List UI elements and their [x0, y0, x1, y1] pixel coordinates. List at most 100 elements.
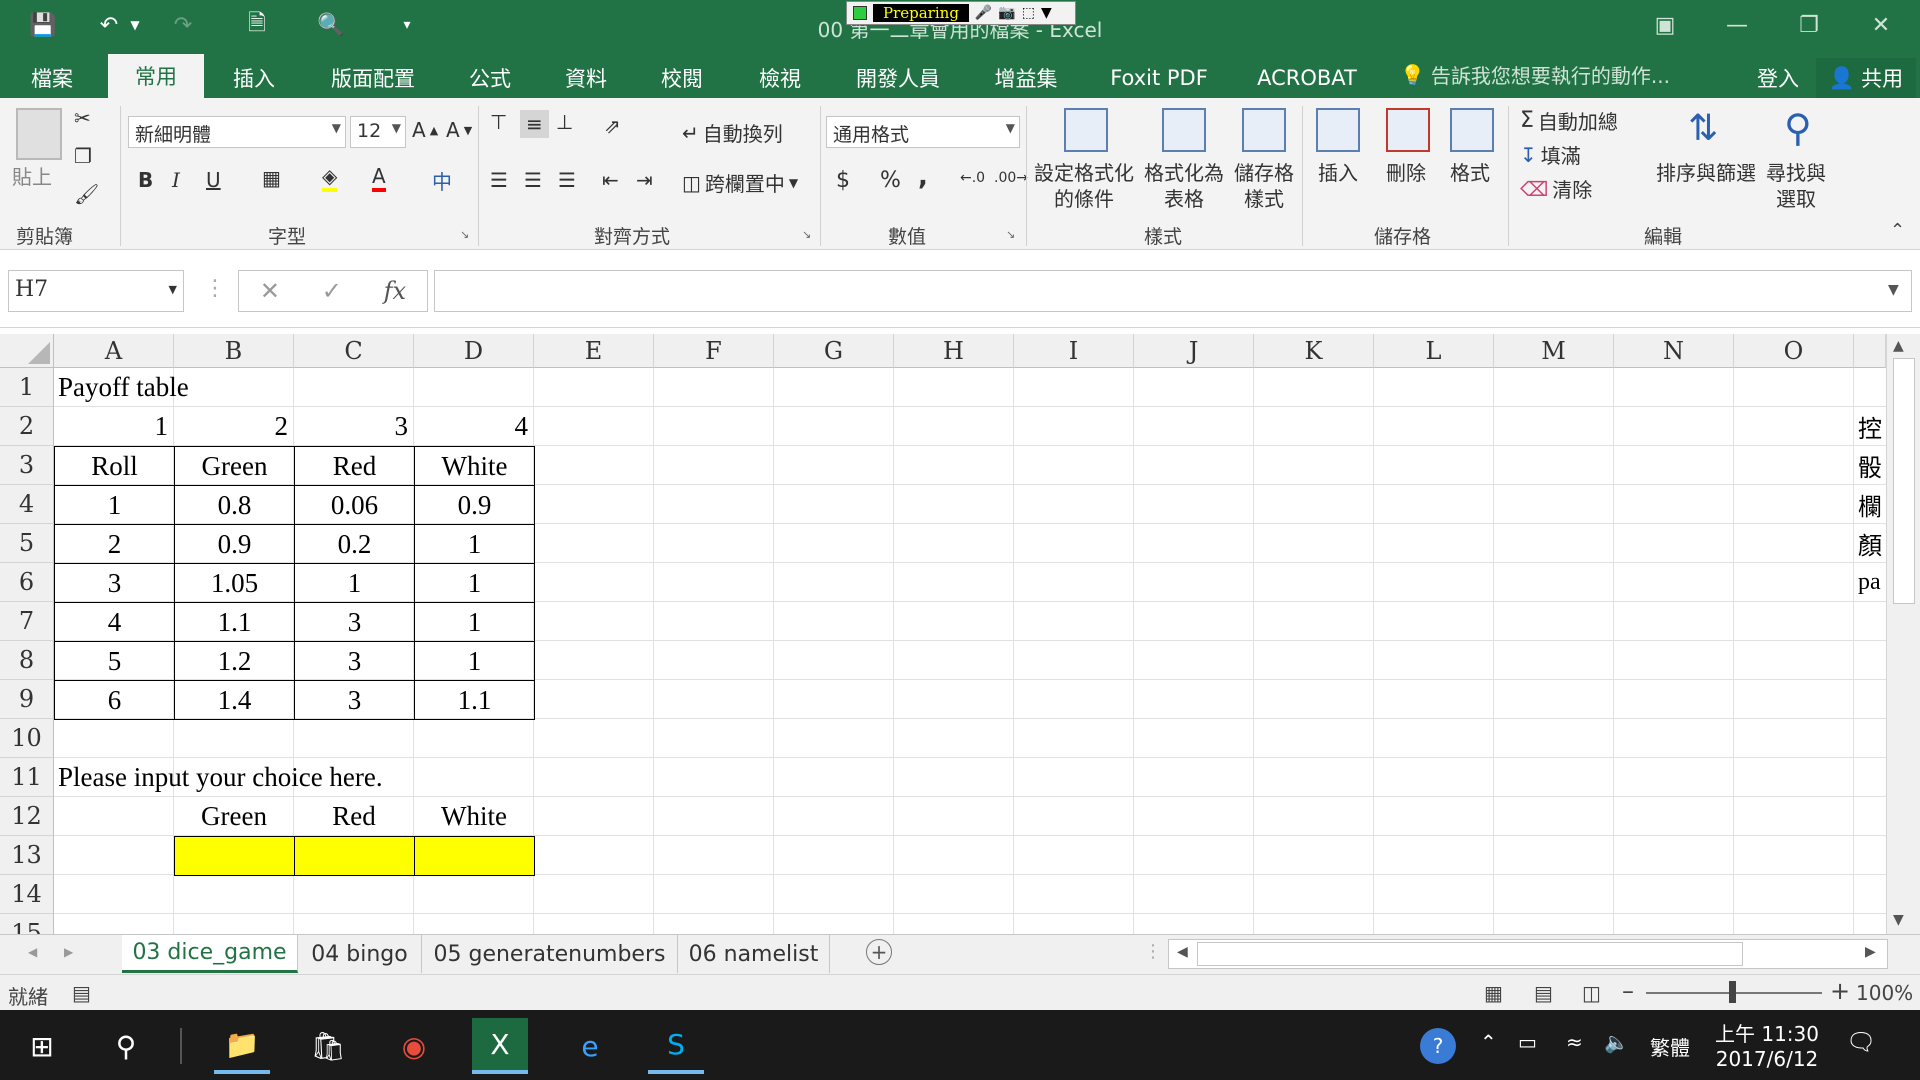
- copy-icon[interactable]: ❐: [74, 144, 92, 168]
- vertical-scrollbar[interactable]: ▲ ▼: [1886, 334, 1920, 938]
- sign-in-link[interactable]: 登入: [1748, 58, 1808, 98]
- tab-split-handle-icon[interactable]: ⋮: [1144, 941, 1162, 962]
- scroll-right-icon[interactable]: ▶: [1865, 944, 1876, 960]
- format-cells-button[interactable]: 格式: [1450, 160, 1490, 186]
- column-header[interactable]: O: [1734, 334, 1854, 368]
- tab-data[interactable]: 資料: [556, 58, 616, 98]
- tab-acrobat[interactable]: ACROBAT: [1252, 58, 1362, 98]
- close-icon[interactable]: ✕: [1856, 8, 1906, 42]
- tab-review[interactable]: 校閱: [652, 58, 712, 98]
- borders-icon[interactable]: ▦: [262, 166, 281, 190]
- cell-a2[interactable]: 1: [54, 407, 174, 446]
- font-color-icon[interactable]: A: [372, 164, 386, 192]
- row-header[interactable]: 13: [0, 836, 54, 875]
- sheet-tab-generatenumbers[interactable]: 05 generatenumbers: [422, 935, 678, 973]
- tab-page-layout[interactable]: 版面配置: [318, 58, 428, 98]
- sort-filter-icon[interactable]: ⇅: [1688, 108, 1718, 149]
- sheet-tab-namelist[interactable]: 06 namelist: [678, 935, 830, 973]
- vertical-scroll-thumb[interactable]: [1893, 358, 1915, 604]
- increase-decimal-icon[interactable]: ←.0: [960, 170, 985, 186]
- formula-input[interactable]: [434, 270, 1912, 312]
- row-header[interactable]: 15: [0, 914, 54, 934]
- column-header[interactable]: H: [894, 334, 1014, 368]
- table-cell[interactable]: 1: [414, 602, 535, 642]
- orientation-icon[interactable]: ⇗: [604, 114, 621, 138]
- row-header[interactable]: 8: [0, 641, 54, 680]
- column-header[interactable]: B: [174, 334, 294, 368]
- table-cell[interactable]: 3: [294, 641, 415, 681]
- find-select-button[interactable]: 尋找與 選取: [1766, 160, 1826, 212]
- scroll-up-icon[interactable]: ▲: [1893, 338, 1904, 354]
- help-icon[interactable]: ?: [1420, 1028, 1456, 1064]
- conditional-formatting-icon[interactable]: [1064, 108, 1108, 152]
- tab-view[interactable]: 檢視: [750, 58, 810, 98]
- decrease-font-icon[interactable]: A ▼: [446, 118, 472, 142]
- row-header[interactable]: 9: [0, 680, 54, 719]
- tab-foxit-pdf[interactable]: Foxit PDF: [1104, 58, 1214, 98]
- action-center-icon[interactable]: 🗨: [1846, 1028, 1876, 1056]
- table-cell[interactable]: 3: [294, 602, 415, 642]
- delete-cells-button[interactable]: 刪除: [1386, 160, 1426, 186]
- table-cell[interactable]: 1: [414, 524, 535, 564]
- table-header-cell[interactable]: Red: [294, 446, 415, 486]
- row-header[interactable]: 6: [0, 563, 54, 602]
- add-sheet-icon[interactable]: +: [866, 939, 892, 965]
- table-cell[interactable]: 0.2: [294, 524, 415, 564]
- table-cell[interactable]: 3: [54, 563, 175, 603]
- sheet-tab-bingo[interactable]: 04 bingo: [298, 935, 422, 973]
- row-header[interactable]: 11: [0, 758, 54, 797]
- font-name-combo[interactable]: 新細明體 ▼: [128, 116, 346, 148]
- page-layout-view-icon[interactable]: ▤: [1534, 981, 1553, 1005]
- zoom-out-icon[interactable]: –: [1622, 977, 1634, 1005]
- table-cell[interactable]: 1.05: [174, 563, 295, 603]
- cell-b13[interactable]: Green: [174, 797, 294, 836]
- horizontal-scrollbar[interactable]: ◀ ▶: [1168, 939, 1888, 969]
- italic-button[interactable]: I: [172, 168, 180, 192]
- decrease-indent-icon[interactable]: ⇤: [602, 168, 619, 192]
- wrap-text-button[interactable]: ↵ 自動換列: [682, 118, 783, 147]
- table-cell[interactable]: 0.06: [294, 485, 415, 525]
- clipboard-icon[interactable]: [16, 108, 62, 160]
- column-header[interactable]: J: [1134, 334, 1254, 368]
- collapse-ribbon-icon[interactable]: ⌃: [1890, 220, 1905, 241]
- table-cell[interactable]: 3: [294, 680, 415, 720]
- dialog-launcher-icon[interactable]: ↘: [802, 228, 811, 241]
- column-header[interactable]: E: [534, 334, 654, 368]
- font-size-combo[interactable]: 12 ▼: [350, 116, 406, 148]
- minimize-icon[interactable]: —: [1712, 8, 1762, 42]
- table-cell[interactable]: 2: [54, 524, 175, 564]
- insert-cells-icon[interactable]: [1316, 108, 1360, 152]
- autosum-button[interactable]: Σ 自動加總: [1520, 106, 1618, 135]
- increase-font-icon[interactable]: A ▲: [412, 118, 438, 142]
- underline-button[interactable]: U: [206, 168, 221, 192]
- cell-styles-button[interactable]: 儲存格 樣式: [1234, 160, 1294, 212]
- side-text-4[interactable]: 顏: [1854, 524, 1886, 563]
- expand-formula-bar-icon[interactable]: ▼: [1888, 282, 1899, 298]
- column-header[interactable]: D: [414, 334, 534, 368]
- screen-recorder-widget[interactable]: Preparing 🎤 📷 ⬚ ▼: [846, 1, 1076, 25]
- find-select-icon[interactable]: ⚲: [1784, 106, 1812, 150]
- sheet-tab-dice-game[interactable]: 03 dice_game: [122, 935, 298, 973]
- recorder-menu-icon[interactable]: ▼: [1041, 5, 1052, 21]
- sort-filter-button[interactable]: 排序與篩選: [1656, 160, 1756, 186]
- cell-d2[interactable]: 4: [414, 407, 534, 446]
- tab-add-ins[interactable]: 增益集: [988, 58, 1064, 98]
- side-text-2[interactable]: 骰: [1854, 446, 1886, 485]
- table-cell[interactable]: 1.1: [414, 680, 535, 720]
- scroll-down-icon[interactable]: ▼: [1893, 912, 1904, 928]
- cell-c2[interactable]: 3: [294, 407, 414, 446]
- table-cell[interactable]: 1: [414, 563, 535, 603]
- table-cell[interactable]: 1: [414, 641, 535, 681]
- table-header-cell[interactable]: Roll: [54, 446, 175, 486]
- tell-me-search[interactable]: 💡 告訴我您想要執行的動作...: [1400, 60, 1670, 89]
- tab-home[interactable]: 常用: [108, 54, 204, 98]
- column-header[interactable]: L: [1374, 334, 1494, 368]
- table-cell[interactable]: 1: [54, 485, 175, 525]
- clock[interactable]: 上午 11:30 2017/6/12: [1712, 1018, 1822, 1071]
- table-cell[interactable]: 1: [294, 563, 415, 603]
- format-as-table-icon[interactable]: [1162, 108, 1206, 152]
- align-right-icon[interactable]: ☰: [558, 168, 576, 192]
- cell-a12-prompt[interactable]: Please input your choice here.: [54, 758, 534, 797]
- zoom-in-icon[interactable]: +: [1830, 977, 1850, 1005]
- insert-cells-button[interactable]: 插入: [1318, 160, 1358, 186]
